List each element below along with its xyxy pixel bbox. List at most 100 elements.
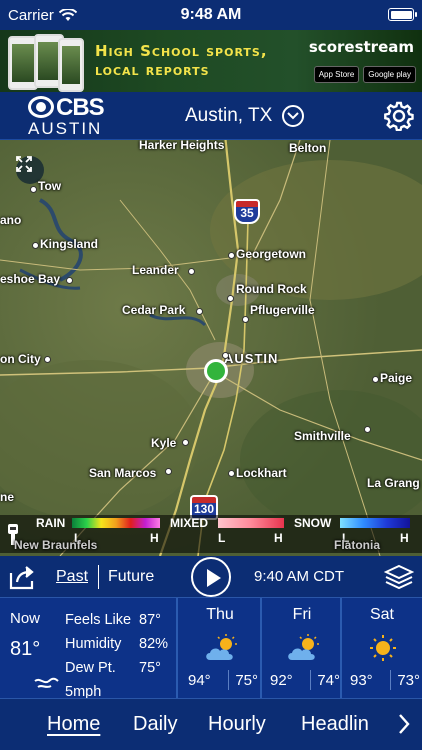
location-marker-icon[interactable] — [204, 359, 228, 383]
sunny-icon — [370, 635, 396, 661]
logo-text: CBS — [56, 94, 105, 121]
legend-rain-label: RAIN — [36, 516, 66, 530]
nav-item-hourly[interactable]: Hourly — [208, 713, 266, 736]
forecast-low: 75° — [235, 672, 258, 689]
forecast-divider — [310, 670, 311, 690]
map-label-new-braunfels: New Braunfels — [14, 538, 98, 552]
weather-panel: Now 81° Feels Like 87° Humidity 82% Dew Pt… — [0, 598, 422, 700]
legend-mixed-low: L — [218, 531, 226, 545]
humidity-label: Humidity — [65, 636, 122, 652]
forecast-high: 92° — [270, 672, 293, 689]
ad-headline-line2: local reports — [95, 61, 210, 79]
bottom-nav: Home Daily Hourly Headlin — [0, 698, 422, 750]
cbs-eye-logo — [28, 96, 54, 118]
current-details: Feels Like 87° Humidity 82% Dew Pt. 75° 5mp… — [65, 608, 168, 704]
app-store-badge[interactable]: App Store — [313, 66, 360, 83]
google-play-badge[interactable]: Google play — [363, 66, 416, 83]
city-dot — [44, 356, 51, 363]
legend-mixed-bar — [218, 518, 284, 528]
cbs-austin-logo[interactable]: CBS AUSTIN — [26, 94, 110, 138]
toggle-divider — [98, 565, 99, 589]
ad-headline-line1: High School sports, — [95, 42, 268, 60]
map-label-flatonia: Flatonia — [334, 538, 381, 552]
partly-cloudy-icon — [206, 634, 237, 660]
map-label-shoe-bay: eshoe Bay — [0, 272, 61, 286]
gear-icon[interactable] — [384, 101, 414, 131]
forecast-day-name: Sat — [369, 606, 394, 623]
feels-like-value: 87° — [139, 612, 161, 628]
ad-headline: High School sports, local reports — [95, 42, 268, 80]
nav-item-daily[interactable]: Daily — [133, 713, 177, 736]
radar-map[interactable]: Harker Heights Belton Tow ano Kingsland … — [0, 140, 422, 556]
chevron-right-icon[interactable] — [398, 713, 410, 735]
forecast-divider — [228, 670, 229, 690]
location-selector[interactable]: Austin, TX — [185, 105, 305, 127]
legend-rain-high: H — [150, 531, 159, 545]
legend-rain-bar — [72, 518, 160, 528]
map-label-harker-heights: Harker Heights — [139, 140, 225, 152]
city-dot — [66, 277, 73, 284]
panel-divider — [176, 598, 178, 698]
radar-legend: RAIN L H MIXED L H SNOW L H New Braunfel… — [0, 515, 422, 553]
forecast-high: 94° — [188, 672, 211, 689]
map-label-pflugerville: Pflugerville — [250, 303, 315, 317]
battery-icon — [388, 8, 417, 21]
forecast-divider — [390, 670, 391, 690]
wind-icon — [34, 677, 59, 688]
city-dot — [228, 252, 235, 259]
ad-banner[interactable]: High School sports, local reports scores… — [0, 30, 422, 92]
ad-phones-image — [8, 34, 88, 92]
forecast-day-name: Thu — [206, 606, 234, 623]
map-label-belton: Belton — [289, 141, 327, 155]
partly-cloudy-icon — [288, 634, 319, 660]
map-label-san-marcos: San Marcos — [89, 466, 157, 480]
forecast-day-thu[interactable]: Thu 94° 75° — [180, 598, 260, 698]
map-label-kingsland: Kingsland — [40, 237, 99, 251]
location-label: Austin, TX — [185, 105, 273, 126]
map-terrain — [0, 140, 422, 556]
map-label-ano: ano — [0, 213, 22, 227]
forecast-day-sat[interactable]: Sat 93° 73° — [342, 598, 422, 698]
logo-city: AUSTIN — [28, 119, 103, 138]
forecast-day-name: Fri — [292, 606, 312, 623]
expand-icon — [16, 156, 32, 172]
humidity-value: 82% — [139, 636, 169, 652]
future-toggle[interactable]: Future — [108, 568, 154, 586]
map-label-smithville: Smithville — [294, 429, 351, 443]
city-dot — [228, 470, 235, 477]
city-dot — [30, 186, 37, 193]
ad-brand: scorestream — [308, 38, 414, 56]
map-label-leander: Leander — [132, 263, 179, 277]
city-dot — [222, 352, 229, 359]
chevron-down-icon — [282, 105, 305, 127]
map-label-austin: AUSTIN — [224, 351, 279, 366]
map-label-tow: Tow — [38, 179, 62, 193]
forecast-high: 93° — [350, 672, 373, 689]
map-label-lockhart: Lockhart — [236, 466, 287, 480]
city-dot — [227, 295, 234, 302]
city-dot — [242, 316, 249, 323]
nav-item-headlines[interactable]: Headlin — [301, 713, 369, 736]
legend-mixed-label: MIXED — [170, 516, 209, 530]
past-toggle[interactable]: Past — [56, 568, 88, 586]
current-conditions[interactable]: Now 81° Feels Like 87° Humidity 82% Dew Pt… — [0, 598, 176, 700]
dew-pt-value: 75° — [139, 660, 161, 676]
city-dot — [32, 242, 39, 249]
map-label-la-grange: La Grang — [367, 476, 420, 490]
map-label-kyle: Kyle — [151, 436, 177, 450]
city-dot — [165, 468, 172, 475]
layers-icon[interactable] — [384, 564, 414, 590]
nav-item-home[interactable]: Home — [47, 713, 100, 736]
legend-mixed-high: H — [274, 531, 283, 545]
ad-store-badges: App Store Google play — [313, 66, 416, 83]
play-button[interactable] — [191, 557, 231, 597]
now-label: Now — [10, 610, 41, 627]
forecast-day-fri[interactable]: Fri 92° 74° — [262, 598, 342, 698]
city-dot — [364, 426, 371, 433]
feels-like-label: Feels Like — [65, 612, 132, 628]
app-header: CBS AUSTIN Austin, TX — [0, 92, 422, 140]
share-icon[interactable] — [8, 563, 38, 591]
map-label-on-city: on City — [0, 352, 41, 366]
forecast-low: 73° — [397, 672, 420, 689]
radar-timestamp: 9:40 AM CDT — [254, 568, 345, 585]
